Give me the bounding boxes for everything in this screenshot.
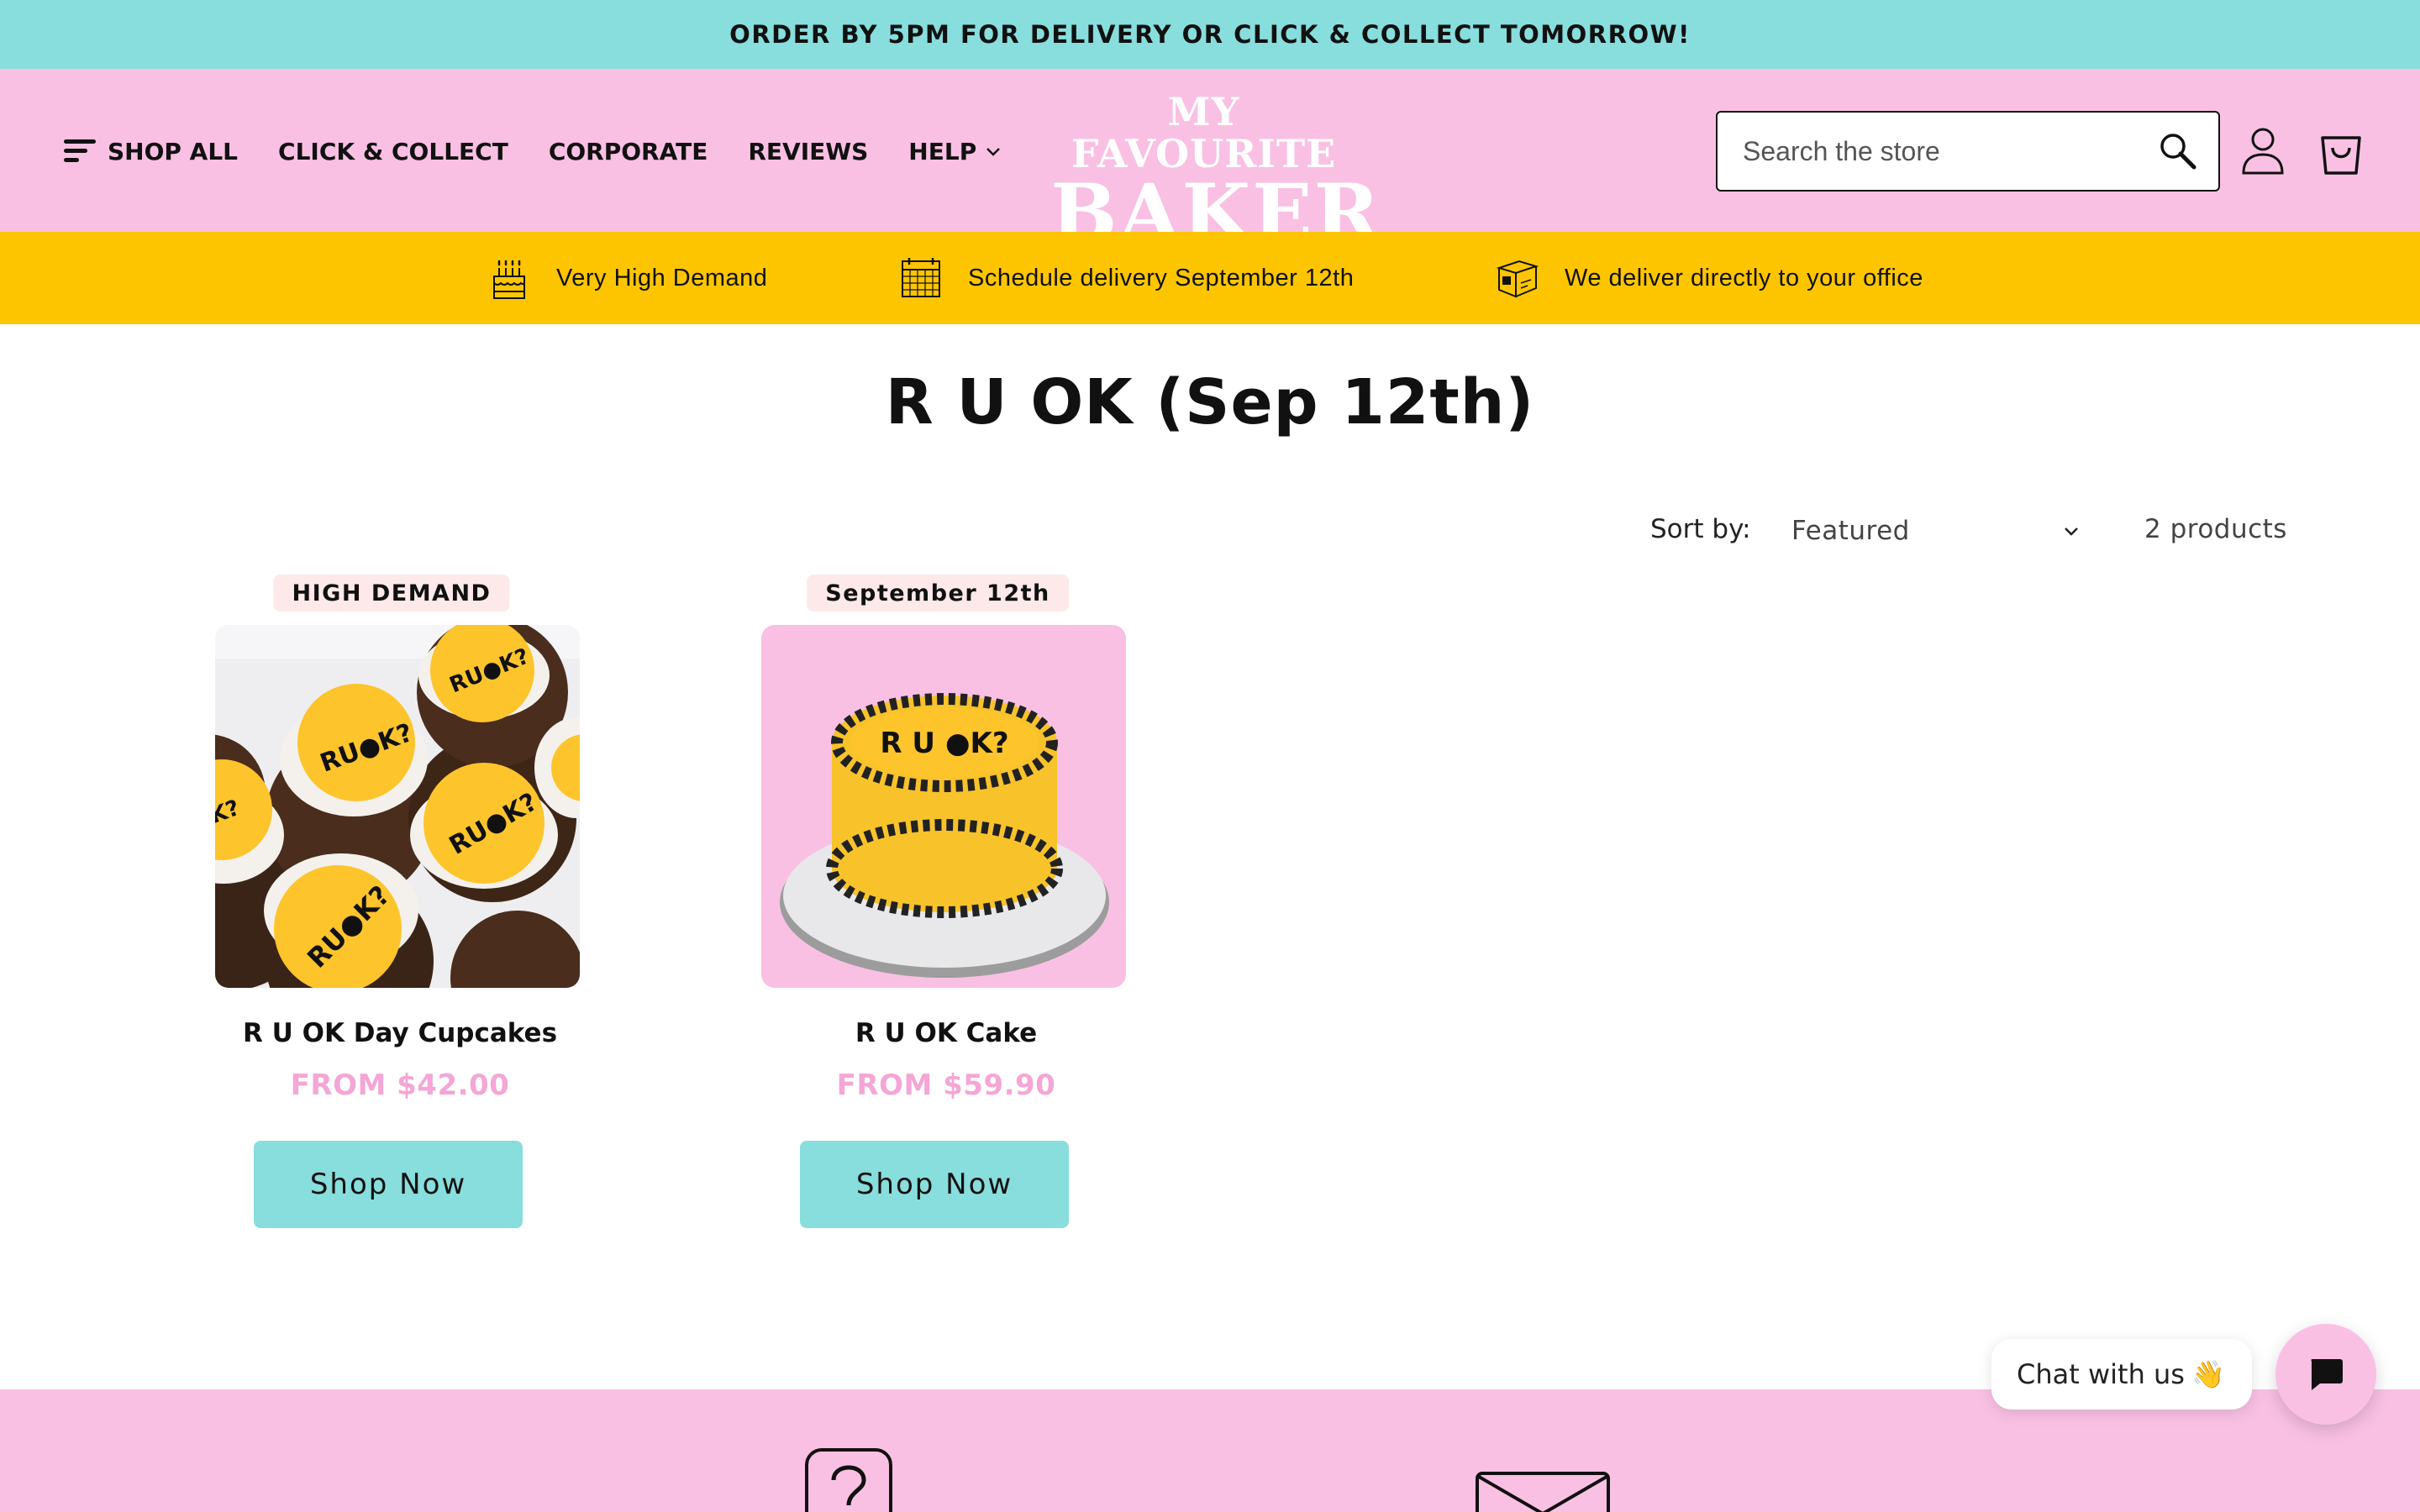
chat-bubble[interactable]: Chat with us 👋 (1991, 1339, 2252, 1410)
info-schedule-label: Schedule delivery September 12th (968, 264, 1355, 291)
announcement-text: ORDER BY 5PM FOR DELIVERY OR CLICK & COL… (729, 20, 1691, 49)
nav-reviews[interactable]: REVIEWS (748, 138, 868, 165)
collection-title: R U OK (Sep 12th) (885, 366, 1535, 438)
nav-click-collect-label: CLICK & COLLECT (278, 137, 508, 165)
site-header: SHOP ALL CLICK & COLLECT CORPORATE REVIE… (0, 69, 2420, 253)
product-badge: HIGH DEMAND (273, 575, 510, 612)
wave-emoji: 👋 (2191, 1358, 2225, 1390)
product-badge: September 12th (807, 575, 1069, 612)
info-office-label: We deliver directly to your office (1565, 264, 1923, 291)
logo-line1: MY FAVOURITE (1071, 89, 1337, 176)
product-name[interactable]: R U OK Cake (753, 1018, 1139, 1048)
svg-text:R U ●K?: R U ●K? (880, 727, 1008, 760)
calendar-icon (902, 258, 940, 297)
nav-reviews-label: REVIEWS (748, 137, 869, 165)
product-price: FROM $59.90 (836, 1068, 1056, 1102)
search-icon[interactable] (2158, 131, 2198, 171)
chat-label: Chat with us (2017, 1358, 2185, 1390)
chat-icon (2311, 1359, 2343, 1390)
product-image-cupcakes[interactable]: RU●K? RU●K? RU●K? RU●K? ●K? (215, 625, 580, 988)
product-image-cake[interactable]: R U ●K? (761, 625, 1126, 988)
help-icon (805, 1448, 892, 1512)
user-icon[interactable] (2240, 126, 2286, 176)
nav-help[interactable]: HELP (908, 138, 1002, 165)
nav-shop-all[interactable]: SHOP ALL (64, 138, 238, 165)
nav-click-collect[interactable]: CLICK & COLLECT (278, 138, 508, 165)
box-icon (1496, 260, 1539, 298)
nav-shop-all-label: SHOP ALL (108, 137, 239, 165)
nav-corporate-label: CORPORATE (548, 137, 708, 165)
chevron-down-icon (2065, 528, 2078, 536)
sort-value: Featured (1791, 516, 1910, 546)
main-nav: SHOP ALL CLICK & COLLECT CORPORATE REVIE… (64, 128, 1042, 175)
shop-now-button[interactable]: Shop Now (800, 1141, 1069, 1228)
sort-select[interactable]: Featured (1791, 507, 2086, 554)
product-price: FROM $42.00 (290, 1068, 510, 1102)
site-logo[interactable]: MY FAVOURITE BAKER (1050, 89, 1380, 253)
search-input[interactable]: Search the store (1743, 136, 2158, 167)
search-box[interactable]: Search the store (1716, 111, 2220, 192)
info-office: We deliver directly to your office (1494, 255, 1923, 302)
info-bar: Very High Demand Schedule delivery Septe… (0, 232, 2420, 324)
nav-help-label: HELP (908, 137, 977, 165)
cake-icon (493, 260, 525, 299)
info-demand: Very High Demand (486, 255, 767, 302)
info-schedule: Schedule delivery September 12th (897, 255, 1354, 302)
chat-button[interactable] (2275, 1324, 2376, 1425)
shop-now-button[interactable]: Shop Now (254, 1141, 523, 1228)
info-demand-label: Very High Demand (556, 264, 768, 291)
menu-icon (64, 139, 96, 163)
chevron-down-icon (986, 148, 1001, 156)
product-count: 2 products (2144, 514, 2287, 544)
sort-label: Sort by: (1650, 514, 1751, 544)
announcement-bar: ORDER BY 5PM FOR DELIVERY OR CLICK & COL… (0, 0, 2420, 69)
product-name[interactable]: R U OK Day Cupcakes (207, 1018, 593, 1048)
nav-corporate[interactable]: CORPORATE (549, 138, 708, 165)
mail-icon (1476, 1472, 1610, 1512)
cart-icon[interactable] (2317, 124, 2365, 176)
